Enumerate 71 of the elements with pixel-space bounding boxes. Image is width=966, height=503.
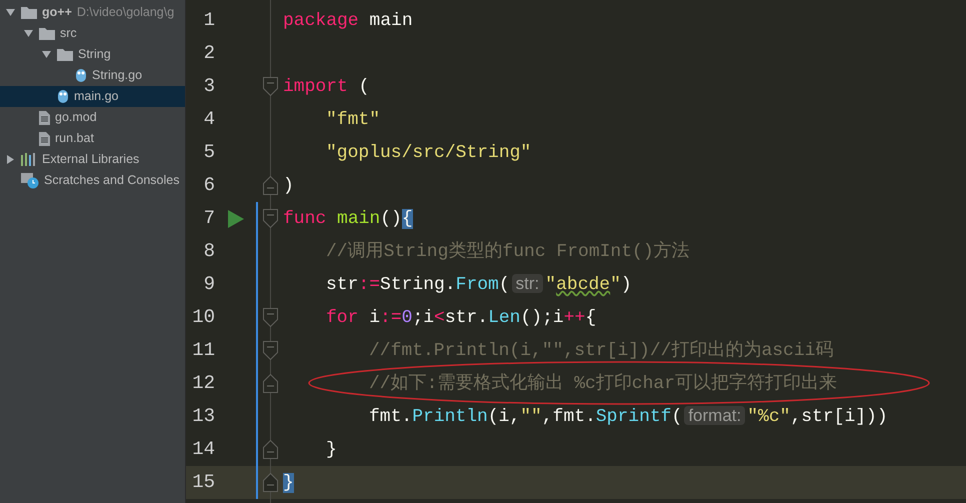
line-number: 1 (202, 8, 215, 34)
scratches-icon (21, 172, 39, 188)
expanded-arrow-icon[interactable] (42, 50, 51, 59)
tree-item[interactable]: go++ D:\video\golang\g (0, 2, 185, 23)
line-number: 6 (202, 173, 215, 198)
tree-item[interactable]: Scratches and Consoles (0, 170, 185, 191)
folder-icon (21, 6, 37, 19)
code-line: //fmt.Println(i,"",str[i])//打印出的为ascii码 (369, 340, 834, 362)
code-line: fmt.Println(i,"",fmt.Sprintf( format: "%c",str[i])) (369, 405, 888, 428)
code-line: import ( (283, 76, 370, 98)
code-line: } (326, 438, 337, 460)
folder-icon (39, 27, 55, 40)
fold-marker-icon[interactable] (263, 440, 278, 459)
fold-marker-icon[interactable] (263, 308, 278, 327)
collapsed-arrow-icon[interactable] (6, 155, 15, 164)
folder-icon (57, 48, 73, 61)
tree-item[interactable]: src (0, 23, 185, 44)
item-label: run.bat (55, 130, 94, 148)
item-label: String.go (92, 67, 142, 84)
item-label: String (78, 46, 111, 64)
gopher-icon (57, 89, 69, 104)
fold-marker-icon[interactable] (263, 176, 278, 195)
tree-item[interactable]: External Libraries (0, 149, 185, 170)
project-path: D:\video\golang\g (76, 4, 174, 22)
fold-marker-icon[interactable] (263, 341, 278, 360)
line-number: 3 (202, 74, 215, 100)
code-line: str:=String.From( str: "abcde") (326, 273, 632, 296)
tree-item[interactable]: String.go (0, 65, 185, 86)
line-number: 4 (202, 107, 215, 132)
fold-marker-icon[interactable] (263, 374, 278, 393)
line-number: 12 (191, 371, 215, 396)
gopher-icon (75, 68, 87, 83)
fold-marker-icon[interactable] (263, 473, 278, 492)
code-line: "goplus/src/String" (326, 142, 532, 164)
code-line: //调用String类型的func FromInt()方法 (326, 240, 690, 262)
fold-marker-icon[interactable] (263, 77, 278, 96)
code-line: "fmt" (326, 108, 380, 130)
line-number: 11 (191, 338, 215, 364)
item-label: go.mod (55, 109, 97, 126)
expanded-arrow-icon[interactable] (24, 29, 33, 38)
item-label: main.go (74, 88, 118, 106)
line-number: 7 (202, 206, 215, 232)
line-number: 5 (202, 140, 215, 166)
code-line: func main(){ (283, 208, 413, 230)
library-icon (21, 153, 37, 166)
run-icon[interactable] (228, 210, 244, 228)
fold-marker-icon[interactable] (263, 209, 278, 228)
line-number: 14 (191, 437, 215, 462)
item-label: src (60, 25, 77, 42)
file-icon (39, 132, 50, 146)
code-line: ) (283, 174, 294, 196)
line-number: 13 (191, 404, 215, 430)
tree-item[interactable]: run.bat (0, 128, 185, 149)
line-number: 10 (191, 305, 215, 330)
expanded-arrow-icon[interactable] (6, 8, 15, 17)
code-line: //如下:需要格式化输出 %c打印char可以把字符打印出来 (369, 372, 838, 394)
line-number: 8 (202, 239, 215, 264)
parameter-hint: format: (684, 406, 746, 425)
file-icon (39, 110, 50, 124)
code-line: package main (283, 10, 413, 32)
tree-item[interactable]: main.go (0, 86, 185, 107)
line-number: 9 (202, 272, 215, 298)
item-label: External Libraries (42, 151, 140, 168)
line-number: 2 (202, 41, 215, 66)
parameter-hint: str: (512, 274, 544, 293)
item-label: Scratches and Consoles (44, 172, 180, 190)
line-number: 15 (191, 470, 215, 496)
item-label: go++ (42, 4, 72, 22)
tree-item[interactable]: go.mod (0, 107, 185, 128)
tree-item[interactable]: String (0, 44, 185, 65)
code-line: for i:=0;i<str.Len();i++{ (326, 306, 596, 328)
